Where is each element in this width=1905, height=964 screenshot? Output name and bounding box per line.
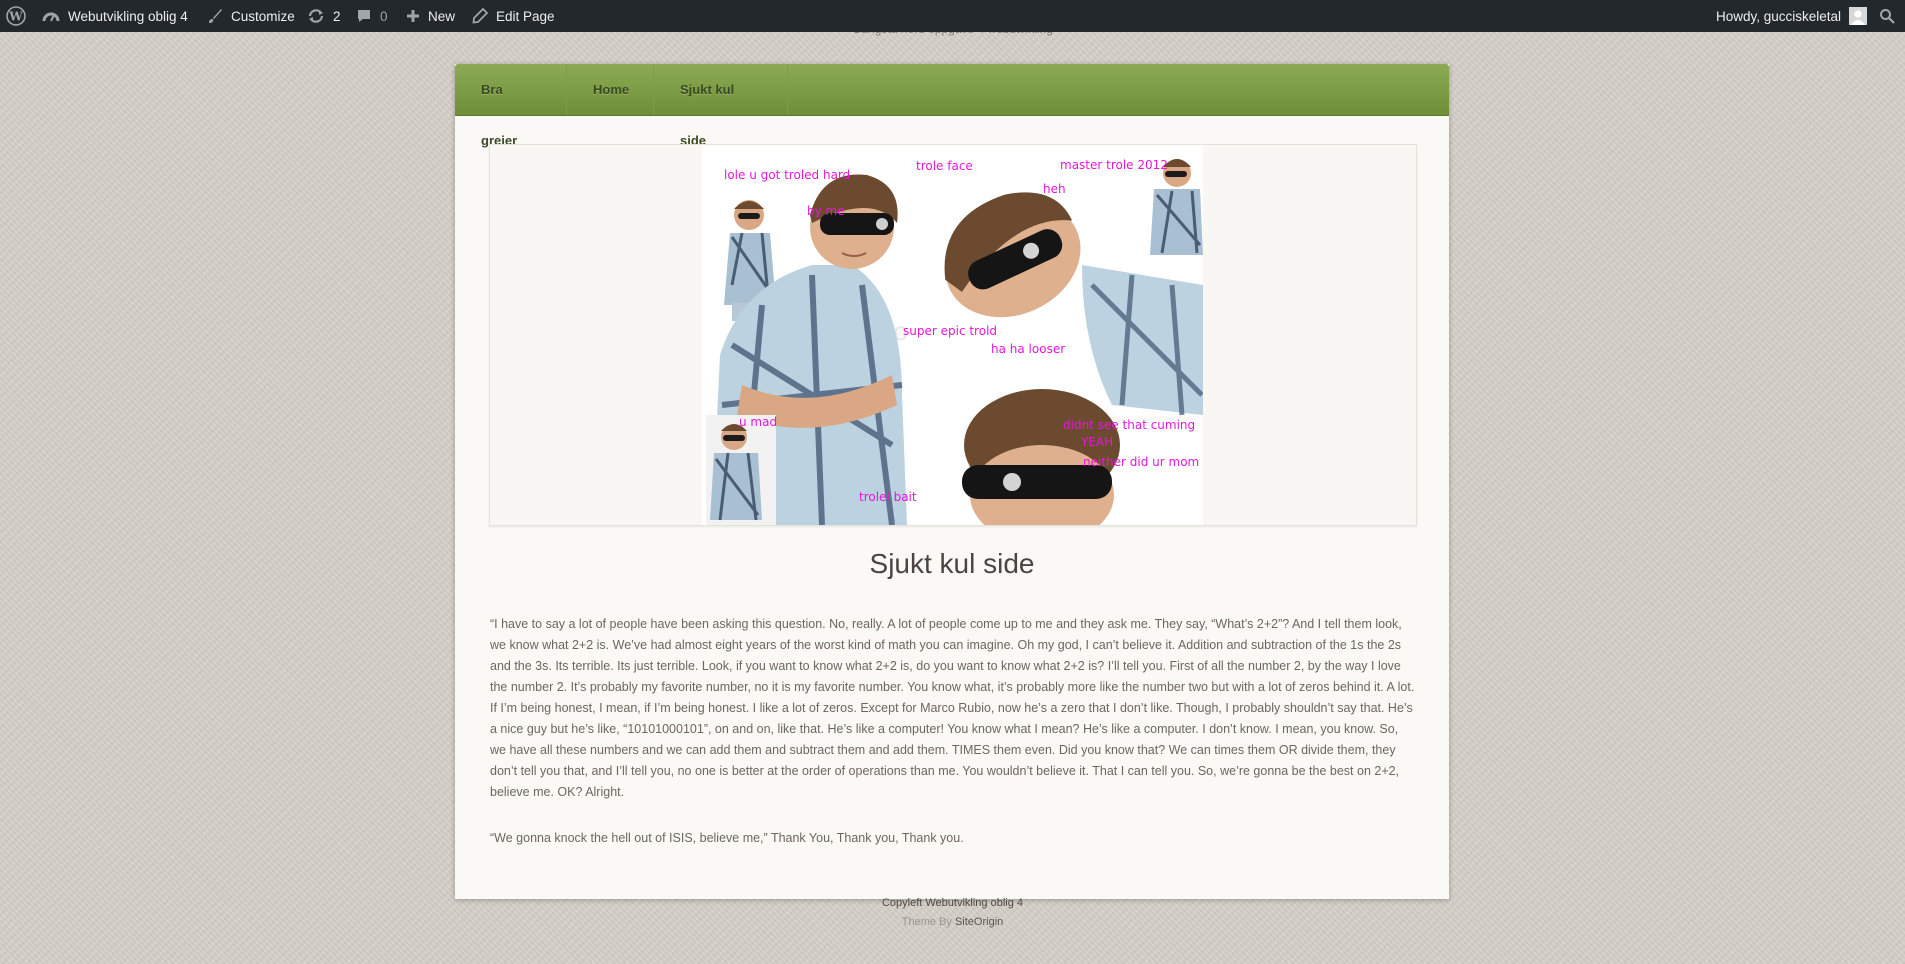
comments-count: 0 [380,8,388,24]
avatar [1849,7,1868,25]
paintbrush-icon [207,8,223,24]
pencil-icon [472,8,488,24]
edit-page-label: Edit Page [496,8,555,24]
plus-icon [406,9,420,23]
collage-caption: heh [1043,182,1066,196]
collage-caption: super epic trold [903,324,998,338]
nav-item-sjukt-kul-side[interactable]: Sjukt kul side [654,64,788,148]
customize-label: Customize [231,8,295,24]
new-label: New [428,8,456,24]
collage-caption: didnt see that cuming [1063,418,1196,432]
collage-caption: neither did ur mom [1083,455,1200,469]
header-banner: iStockphoto [489,144,1417,526]
body-paragraph: “I have to say a lot of people have been… [490,617,1415,799]
body-paragraph: “We gonna knock the hell out of ISIS, be… [490,831,964,845]
collage-caption: trole face [916,159,973,173]
updates-icon [307,8,325,24]
meme-collage-image: iStockphoto [702,145,1203,525]
search-icon[interactable] [1879,0,1895,32]
collage-caption: trolel bait [859,490,917,504]
collage-caption: master trole 2012 [1060,158,1168,172]
nav-item-home[interactable]: Home [567,64,654,115]
siteorigin-link[interactable]: SiteOrigin [955,916,1003,928]
collage-caption: by me [807,204,845,218]
collage-caption: lole u got troled hard [724,168,851,182]
footer-theme-credit: Theme By SiteOrigin [0,916,1905,928]
howdy-label: Howdy, gucciskeletal [1716,8,1842,24]
collage-caption: ha ha looser [991,342,1066,356]
admin-bar: W Webutvikling oblig 4 Customize 2 0 New [0,0,1905,32]
account-menu[interactable]: Howdy, gucciskeletal [1716,0,1868,32]
footer-copyright: Copyleft Webutvikling oblig 4 [881,897,1024,909]
comments-link[interactable]: 0 [356,0,388,32]
customize-link[interactable]: Customize [207,0,295,32]
wordpress-logo-icon[interactable]: W [6,0,26,32]
theme-credit-prefix: Theme By [901,916,952,928]
dashboard-icon [42,8,60,24]
collage-caption: YEAH [1081,435,1114,449]
nav-item-bra-greier[interactable]: Bra greier [455,64,567,148]
site-name-link[interactable]: Webutvikling oblig 4 [42,0,188,32]
edit-page-link[interactable]: Edit Page [472,0,555,32]
collage-caption: u mad [739,415,778,429]
comment-bubble-icon [356,8,372,24]
updates-link[interactable]: 2 [307,0,341,32]
updates-count: 2 [333,8,341,24]
main-navigation: Bra greier Home Sjukt kul side [455,64,1449,148]
svg-text:W: W [8,10,23,24]
site-name-label: Webutvikling oblig 4 [68,8,188,24]
page-title: Sjukt kul side [869,548,1035,579]
page-container: Bra greier Home Sjukt kul side iStockpho… [455,64,1449,899]
new-content-link[interactable]: New [406,0,455,32]
